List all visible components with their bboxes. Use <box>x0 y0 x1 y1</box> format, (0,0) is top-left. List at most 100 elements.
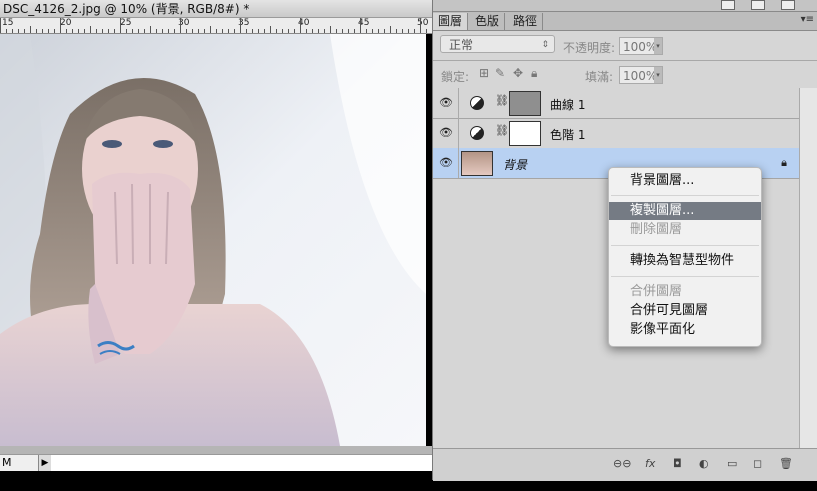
panel-icon[interactable] <box>721 0 735 10</box>
ruler-tick <box>378 29 379 33</box>
tab-channels[interactable]: 色版 <box>470 13 506 30</box>
visibility-eye-icon[interactable]: 👁︎ <box>437 94 455 112</box>
ruler-tick <box>36 29 37 33</box>
tab-paths[interactable]: 路徑 <box>508 13 544 30</box>
status-menu-arrow-icon[interactable]: ▶ <box>38 455 52 471</box>
layer-name[interactable]: 色階 1 <box>550 126 585 143</box>
ruler-tick <box>270 26 271 33</box>
ruler-tick <box>324 29 325 33</box>
ruler-label: 15 <box>2 18 14 28</box>
ruler-tick <box>144 29 145 33</box>
ruler-tick <box>12 29 13 33</box>
ruler-tick <box>90 26 91 33</box>
ruler-tick <box>288 29 289 33</box>
layer-row-levels[interactable]: 👁︎ ⛓︎ 色階 1 <box>433 118 799 149</box>
dropdown-arrow-icon[interactable]: ▾ <box>654 38 662 54</box>
ruler-tick <box>318 29 319 33</box>
ruler-tick <box>366 29 367 33</box>
opacity-label: 不透明度: <box>563 41 616 55</box>
ruler-label: 20 <box>60 18 72 28</box>
dropdown-arrow-icon[interactable]: ▾ <box>654 67 662 83</box>
ruler-tick <box>342 29 343 33</box>
ruler-tick <box>174 29 175 33</box>
ruler-tick <box>78 29 79 33</box>
tab-layers[interactable]: 圖層 <box>433 13 469 30</box>
ruler-tick <box>54 29 55 33</box>
panel-header <box>433 0 817 12</box>
link-chain-icon[interactable]: ⛓︎ <box>495 94 509 107</box>
ruler-label: 50 <box>417 18 429 28</box>
blend-mode-select[interactable]: 正常 ⇕ <box>440 35 555 53</box>
panel-icon[interactable] <box>751 0 765 10</box>
divider <box>458 88 459 118</box>
ruler-tick <box>0 18 1 33</box>
layers-scrollbar[interactable] <box>799 88 817 448</box>
ruler-tick <box>258 29 259 33</box>
zoom-field[interactable]: M <box>0 455 38 471</box>
link-chain-icon[interactable]: ⛓︎ <box>495 124 509 137</box>
lock-position-icon[interactable]: ✥ <box>513 66 523 80</box>
lock-pixels-icon[interactable]: ✎ <box>495 66 505 80</box>
ruler-tick <box>126 29 127 33</box>
menu-item-convert-smart-object[interactable]: 轉換為智慧型物件 <box>609 252 761 270</box>
ruler-tick <box>66 29 67 33</box>
menu-item-delete-layer: 刪除圖層 <box>630 222 683 237</box>
ruler-tick <box>42 29 43 33</box>
ruler-tick <box>360 18 361 33</box>
ruler-tick <box>264 29 265 33</box>
ruler-tick <box>192 29 193 33</box>
ruler-tick <box>198 29 199 33</box>
ruler-tick <box>402 29 403 33</box>
divider <box>458 148 459 178</box>
ruler-tick <box>234 29 235 33</box>
blend-mode-value: 正常 <box>449 38 474 52</box>
layer-name[interactable]: 曲線 1 <box>550 96 585 113</box>
trash-small-icon[interactable] <box>781 0 795 10</box>
visibility-eye-icon[interactable]: 👁︎ <box>437 154 455 172</box>
ruler-tick <box>156 29 157 33</box>
ruler-tick <box>162 29 163 33</box>
trash-icon[interactable]: 🗑 <box>779 457 793 470</box>
ruler-tick <box>306 29 307 33</box>
adjustment-layer-icon[interactable]: ◐ <box>699 457 709 470</box>
status-bar: M ▶ <box>0 454 432 471</box>
image-canvas[interactable] <box>0 34 426 446</box>
ruler-tick <box>348 29 349 33</box>
ruler-tick <box>114 29 115 33</box>
ruler-tick <box>24 29 25 33</box>
horizontal-ruler[interactable]: 15 20 25 30 35 40 45 50 <box>0 18 432 34</box>
layer-lock-icon: 🔒︎ <box>781 156 787 169</box>
add-mask-icon[interactable]: ◘ <box>673 457 682 470</box>
layer-mask-thumbnail[interactable] <box>509 91 541 116</box>
layer-thumbnail[interactable] <box>461 151 493 176</box>
ruler-tick <box>330 26 331 33</box>
ruler-tick <box>168 29 169 33</box>
lock-transparency-icon[interactable]: ⊞ <box>479 66 489 80</box>
ruler-tick <box>102 29 103 33</box>
layer-mask-thumbnail[interactable] <box>509 121 541 146</box>
link-layers-icon[interactable]: ⊖⊖ <box>613 457 631 470</box>
menu-item-flatten-image[interactable]: 影像平面化 <box>609 321 761 339</box>
visibility-eye-icon[interactable]: 👁︎ <box>437 124 455 142</box>
lock-all-icon[interactable]: 🔒︎ <box>531 66 537 81</box>
layer-name[interactable]: 背景 <box>503 156 527 173</box>
fill-field[interactable]: 100% ▾ <box>619 66 663 84</box>
opacity-field[interactable]: 100% ▾ <box>619 37 663 55</box>
new-layer-icon[interactable]: ◻ <box>753 457 762 470</box>
panel-menu-icon[interactable]: ▾≡ <box>801 14 814 25</box>
ruler-tick <box>396 29 397 33</box>
ruler-tick <box>48 29 49 33</box>
menu-item-merge-visible[interactable]: 合併可見圖層 <box>609 302 761 320</box>
layer-row-curves[interactable]: 👁︎ ⛓︎ 曲線 1 <box>433 88 799 119</box>
menu-item-duplicate-layer[interactable]: 複製圖層... <box>609 202 761 220</box>
ruler-tick <box>180 18 181 33</box>
document-window: DSC_4126_2.jpg @ 10% (背景, RGB/8#) * 15 2… <box>0 0 432 491</box>
ruler-tick <box>312 29 313 33</box>
stepper-icon: ⇕ <box>541 40 549 50</box>
fill-value: 100% <box>623 69 658 83</box>
document-title[interactable]: DSC_4126_2.jpg @ 10% (背景, RGB/8#) * <box>0 0 432 18</box>
fx-icon[interactable]: fx <box>645 457 655 470</box>
ruler-tick <box>60 18 61 33</box>
menu-item-background-layer[interactable]: 背景圖層... <box>609 172 761 190</box>
group-folder-icon[interactable]: ▭ <box>727 457 737 470</box>
